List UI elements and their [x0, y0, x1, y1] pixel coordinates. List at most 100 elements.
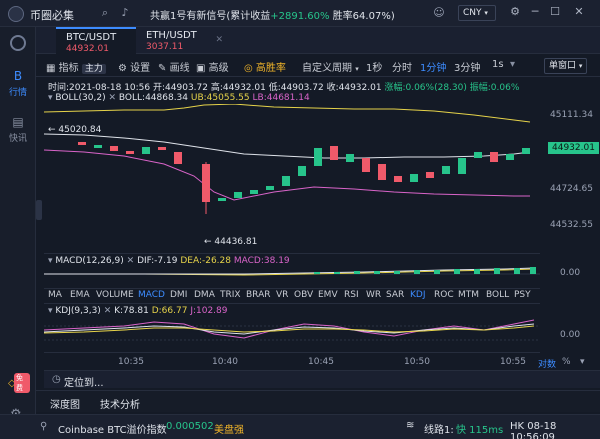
- indicator-tab-volume[interactable]: VOLUME: [96, 290, 134, 300]
- advanced-button[interactable]: ▣ 高级: [196, 59, 229, 74]
- chevron-down-icon[interactable]: ▾: [48, 93, 53, 103]
- sidebar-item-market[interactable]: B 行情: [0, 69, 36, 98]
- tab-technical-analysis[interactable]: 技术分析: [100, 396, 140, 411]
- indicator-tab-brar[interactable]: BRAR: [246, 290, 270, 300]
- indicator-tab-vr[interactable]: VR: [276, 290, 288, 300]
- period-1s-alt[interactable]: 1s: [492, 59, 504, 70]
- settings-button[interactable]: ⚙ 设置: [118, 59, 150, 74]
- candle: [110, 146, 118, 151]
- market-strength-tag: 美盘强: [214, 425, 244, 436]
- tab-depth-chart[interactable]: 深度图: [50, 396, 80, 411]
- main-chart-pill[interactable]: 主力: [81, 64, 106, 74]
- indicator-tab-emv[interactable]: EMV: [318, 290, 338, 300]
- gear-icon: ⚙: [118, 63, 127, 74]
- chevron-down-icon: ▾: [578, 62, 583, 70]
- chevron-down-icon: ▾: [484, 9, 488, 17]
- locate-label: 定位到...: [64, 378, 104, 389]
- indicator-tab-roc[interactable]: ROC: [434, 290, 454, 300]
- sidebar-item-news[interactable]: ▤ 快讯: [0, 115, 36, 144]
- search-icon[interactable]: ⌕: [98, 6, 112, 20]
- candle: [174, 152, 182, 164]
- avatar-icon[interactable]: ☺: [432, 6, 446, 20]
- sidebar-item-label: 快讯: [8, 134, 27, 144]
- candle: [426, 172, 434, 178]
- candle: [282, 176, 290, 186]
- macd-label: MACD(12,26,9): [55, 256, 124, 266]
- boll-lb: LB:44681.14: [252, 93, 310, 103]
- indicator-tab-kdj[interactable]: KDJ: [410, 290, 426, 300]
- candle: [346, 154, 354, 162]
- indicator-tab-macd[interactable]: MACD: [138, 290, 165, 300]
- candle: [506, 154, 514, 160]
- target-icon: ◎: [244, 63, 253, 74]
- bell-icon[interactable]: ♪: [118, 6, 132, 20]
- indicator-tab-sar[interactable]: SAR: [386, 290, 404, 300]
- candle: [394, 176, 402, 182]
- indicator-tab-rsi[interactable]: RSI: [344, 290, 359, 300]
- draw-button[interactable]: ✎ 画线: [158, 59, 190, 74]
- period-1s[interactable]: 1秒: [366, 59, 382, 74]
- candle: [442, 166, 450, 174]
- log-scale-toggle[interactable]: 对数: [538, 357, 556, 370]
- indicator-button[interactable]: ▦ 指标 主力: [46, 59, 106, 74]
- close-icon[interactable]: ✕: [108, 93, 116, 103]
- indicator-tab-mtm[interactable]: MTM: [458, 290, 479, 300]
- indicator-tab-boll[interactable]: BOLL: [486, 290, 509, 300]
- indicator-tab-ema[interactable]: EMA: [70, 290, 90, 300]
- custom-period-button[interactable]: 自定义周期 ▾: [302, 59, 359, 74]
- indicator-tab-dmi[interactable]: DMI: [170, 290, 187, 300]
- macd-chart: [44, 267, 540, 276]
- time-tick: 10:35: [118, 357, 144, 367]
- boll-info: ▾ BOLL(30,2) ✕ BOLL:44868.34 UB:45055.55…: [48, 93, 310, 103]
- ohlc-high: 高:44932.01: [210, 83, 266, 93]
- connection-line[interactable]: 线路1:: [424, 421, 454, 436]
- signal-ticker[interactable]: 共赢1号有新信号(累计收益+2891.60% 胜率64.07%): [150, 7, 395, 22]
- indicator-tab-trix[interactable]: TRIX: [220, 290, 241, 300]
- chevron-down-icon[interactable]: ▾: [48, 306, 53, 316]
- indicator-tab-psy[interactable]: PSY: [514, 290, 531, 300]
- indicator-tab-wr[interactable]: WR: [366, 290, 381, 300]
- candle: [250, 190, 258, 194]
- tab-btc-usdt[interactable]: BTC/USDT 44932.01: [56, 27, 136, 54]
- boll-lower-line: [44, 149, 530, 201]
- indicator-tab-obv[interactable]: OBV: [294, 290, 313, 300]
- gift-button[interactable]: ◇ 免费: [6, 373, 30, 393]
- kdj-k: K:78.81: [114, 306, 149, 316]
- draw-label: 画线: [169, 63, 190, 74]
- scale-select[interactable]: ▾: [580, 357, 585, 367]
- period-3min[interactable]: 3分钟: [454, 59, 480, 74]
- close-icon[interactable]: ✕: [104, 306, 112, 316]
- period-timeline[interactable]: 分时: [392, 59, 412, 74]
- settings-label: 设置: [130, 63, 151, 74]
- win-rate-button[interactable]: ◎ 高胜率: [244, 59, 286, 74]
- close-icon[interactable]: ✕: [215, 35, 223, 45]
- close-icon[interactable]: ✕: [572, 5, 586, 19]
- minimize-icon[interactable]: ─: [528, 5, 542, 19]
- percent-scale-toggle[interactable]: %: [562, 357, 571, 367]
- candle: [490, 152, 498, 162]
- close-icon[interactable]: ✕: [127, 256, 135, 266]
- tab-eth-usdt[interactable]: ETH/USDT 3037.11 ✕: [136, 27, 226, 54]
- candlestick-chart[interactable]: [44, 104, 540, 252]
- settings-icon[interactable]: ⚙: [508, 5, 522, 19]
- chevron-down-icon[interactable]: ▾: [510, 59, 515, 70]
- advanced-label: 高级: [208, 63, 229, 74]
- ohlc-time: 时间:2021-08-18 10:56: [48, 83, 151, 93]
- boll-value: BOLL:44868.34: [118, 93, 189, 103]
- window-mode-select[interactable]: 单窗口 ▾: [544, 58, 588, 74]
- candle: [202, 164, 210, 202]
- macd-dea: DEA:-26.28: [180, 256, 231, 266]
- chevron-down-icon[interactable]: ▾: [48, 256, 53, 266]
- indicator-tab-dma[interactable]: DMA: [194, 290, 215, 300]
- latency-value: 快 115ms: [456, 425, 504, 436]
- sidebar-collapse-handle[interactable]: [36, 200, 42, 220]
- macd-dif: DIF:-7.19: [137, 256, 178, 266]
- indicator-tab-ma[interactable]: MA: [48, 290, 62, 300]
- period-1min[interactable]: 1分钟: [420, 59, 446, 74]
- locate-bar[interactable]: ◷ 定位到...: [44, 370, 600, 389]
- candle: [126, 151, 134, 154]
- tab-symbol-price: 44932.01: [66, 44, 109, 54]
- currency-select[interactable]: CNY ▾: [458, 5, 496, 21]
- title-bar: 币圈必集 ⌕ ♪ 共赢1号有新信号(累计收益+2891.60% 胜率64.07%…: [0, 0, 600, 27]
- maximize-icon[interactable]: ☐: [548, 5, 562, 19]
